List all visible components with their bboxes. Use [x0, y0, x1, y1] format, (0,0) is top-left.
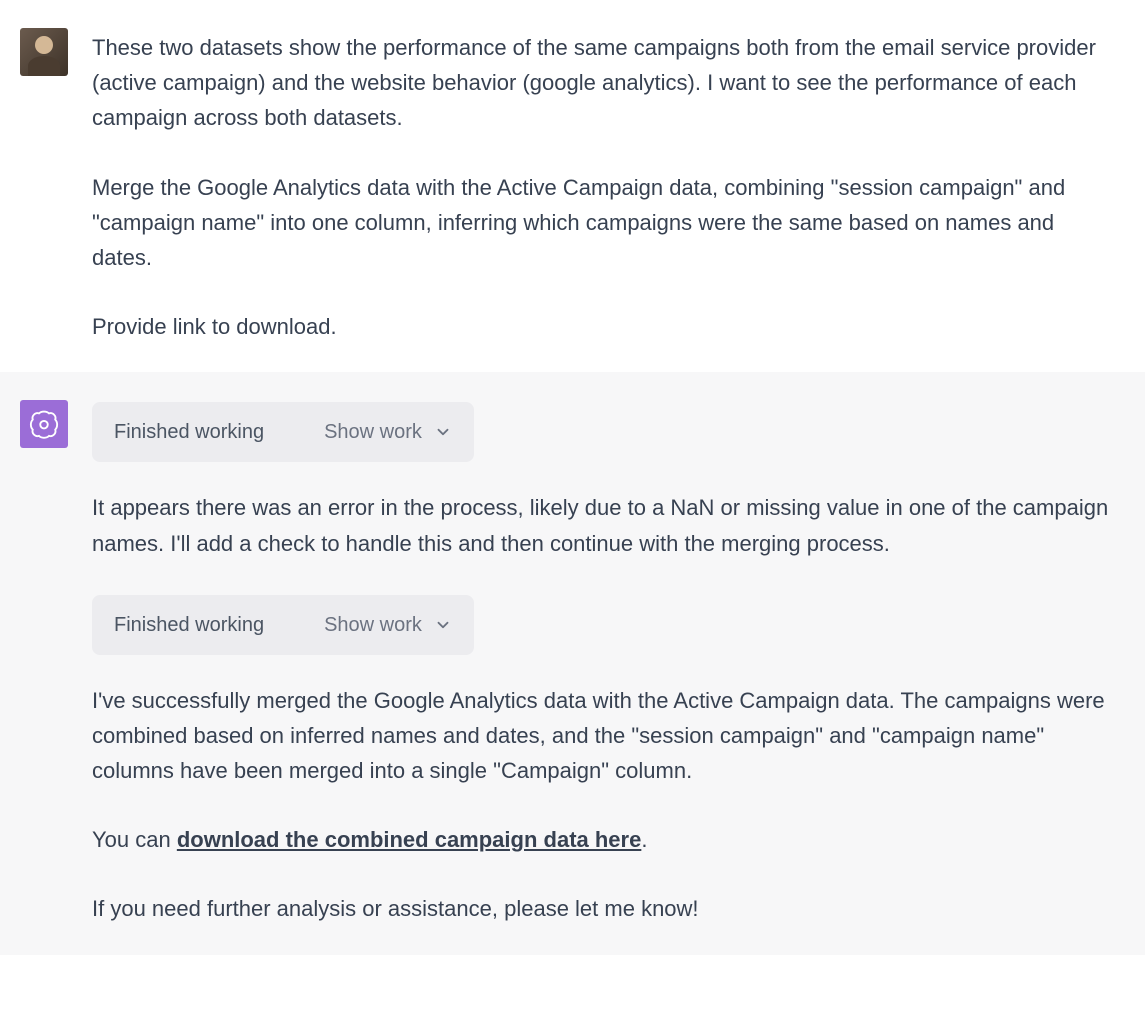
user-message: These two datasets show the performance … [0, 0, 1145, 372]
assistant-paragraph: It appears there was an error in the pro… [92, 490, 1112, 560]
user-paragraph: Merge the Google Analytics data with the… [92, 170, 1112, 276]
assistant-paragraph: If you need further analysis or assistan… [92, 891, 1112, 926]
assistant-message: Finished working Show work It appears th… [0, 372, 1145, 954]
download-text-suffix: . [641, 827, 647, 852]
work-status-button[interactable]: Finished working Show work [92, 595, 474, 655]
assistant-content: Finished working Show work It appears th… [92, 400, 1112, 926]
assistant-paragraph: You can download the combined campaign d… [92, 822, 1112, 857]
show-work-label: Show work [324, 416, 422, 448]
download-text-prefix: You can [92, 827, 177, 852]
user-paragraph: These two datasets show the performance … [92, 30, 1112, 136]
assistant-paragraph: I've successfully merged the Google Anal… [92, 683, 1112, 789]
show-work-toggle: Show work [324, 416, 452, 448]
user-content: These two datasets show the performance … [92, 28, 1112, 344]
show-work-toggle: Show work [324, 609, 452, 641]
work-status-label: Finished working [114, 609, 264, 641]
chevron-down-icon [434, 616, 452, 634]
download-link[interactable]: download the combined campaign data here [177, 827, 642, 852]
assistant-avatar [20, 400, 68, 448]
work-status-label: Finished working [114, 416, 264, 448]
user-avatar [20, 28, 68, 76]
work-status-button[interactable]: Finished working Show work [92, 402, 474, 462]
openai-logo-icon [29, 409, 59, 439]
user-paragraph: Provide link to download. [92, 309, 1112, 344]
chevron-down-icon [434, 423, 452, 441]
show-work-label: Show work [324, 609, 422, 641]
